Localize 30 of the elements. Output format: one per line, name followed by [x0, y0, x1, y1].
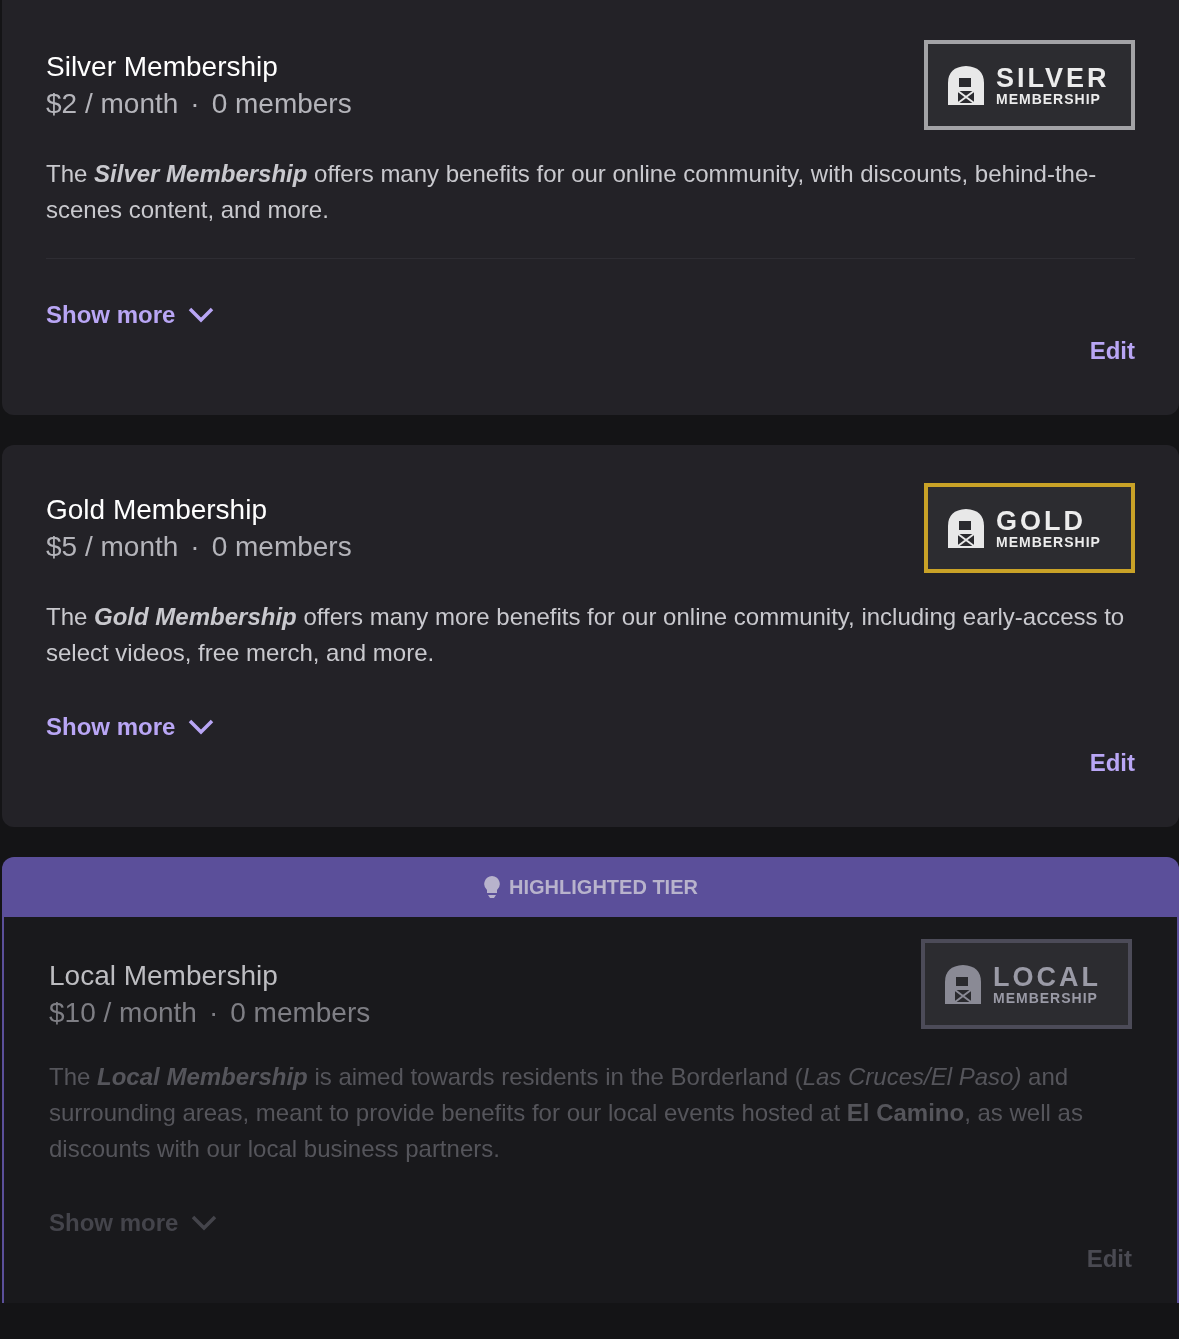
tier-description: The Gold Membership offers many more benefits for our online community, including early-access to select videos, free merch, and more.: [46, 602, 1126, 668]
chevron-down-icon: [187, 306, 216, 324]
member-count: 0 members: [211, 530, 352, 564]
tier-description: The Local Membership is aimed towards residents in the Borderland (Las Cruces/El Paso) and surrounding areas, meant to provide benefits for our local events hosted at El Camino, as well as discounts with our local business partners.: [49, 1062, 1084, 1164]
separator-dot: ·: [190, 87, 200, 121]
badge-title: GOLD: [996, 507, 1087, 535]
separator-dot: ·: [190, 530, 200, 564]
chevron-down-icon: [187, 718, 216, 736]
badge-subtitle: MEMBERSHIP: [996, 534, 1101, 549]
show-more-link[interactable]: Show more: [46, 709, 216, 745]
tier-price: $5 / month: [46, 530, 179, 564]
chevron-down-icon: [190, 1214, 219, 1232]
tier-title: Local Membership: [49, 959, 279, 993]
lightbulb-icon: [483, 875, 502, 899]
separator-dot: ·: [208, 996, 219, 1030]
badge-title: LOCAL: [993, 963, 1101, 991]
tier-price: $10 / month: [49, 996, 197, 1030]
tier-title: Gold Membership: [46, 493, 268, 527]
badge-subtitle: MEMBERSHIP: [996, 91, 1102, 106]
tier-description: The Silver Membership offers many benefits for our online community, with discounts, behind-the-scenes content, and more.: [46, 159, 1098, 225]
edit-link[interactable]: Edit: [1089, 333, 1135, 369]
tier-title: Silver Membership: [46, 50, 279, 84]
badge-title: SILVER: [996, 64, 1110, 92]
tier-price: $2 / month: [46, 87, 179, 121]
edit-link[interactable]: Edit: [1089, 745, 1135, 781]
badge-subtitle: MEMBERSHIP: [993, 990, 1099, 1005]
member-count: 0 members: [211, 87, 352, 121]
member-count: 0 members: [230, 996, 371, 1030]
show-more-link[interactable]: Show more: [46, 297, 216, 333]
banner-label: HIGHLIGHTED TIER: [509, 875, 698, 900]
